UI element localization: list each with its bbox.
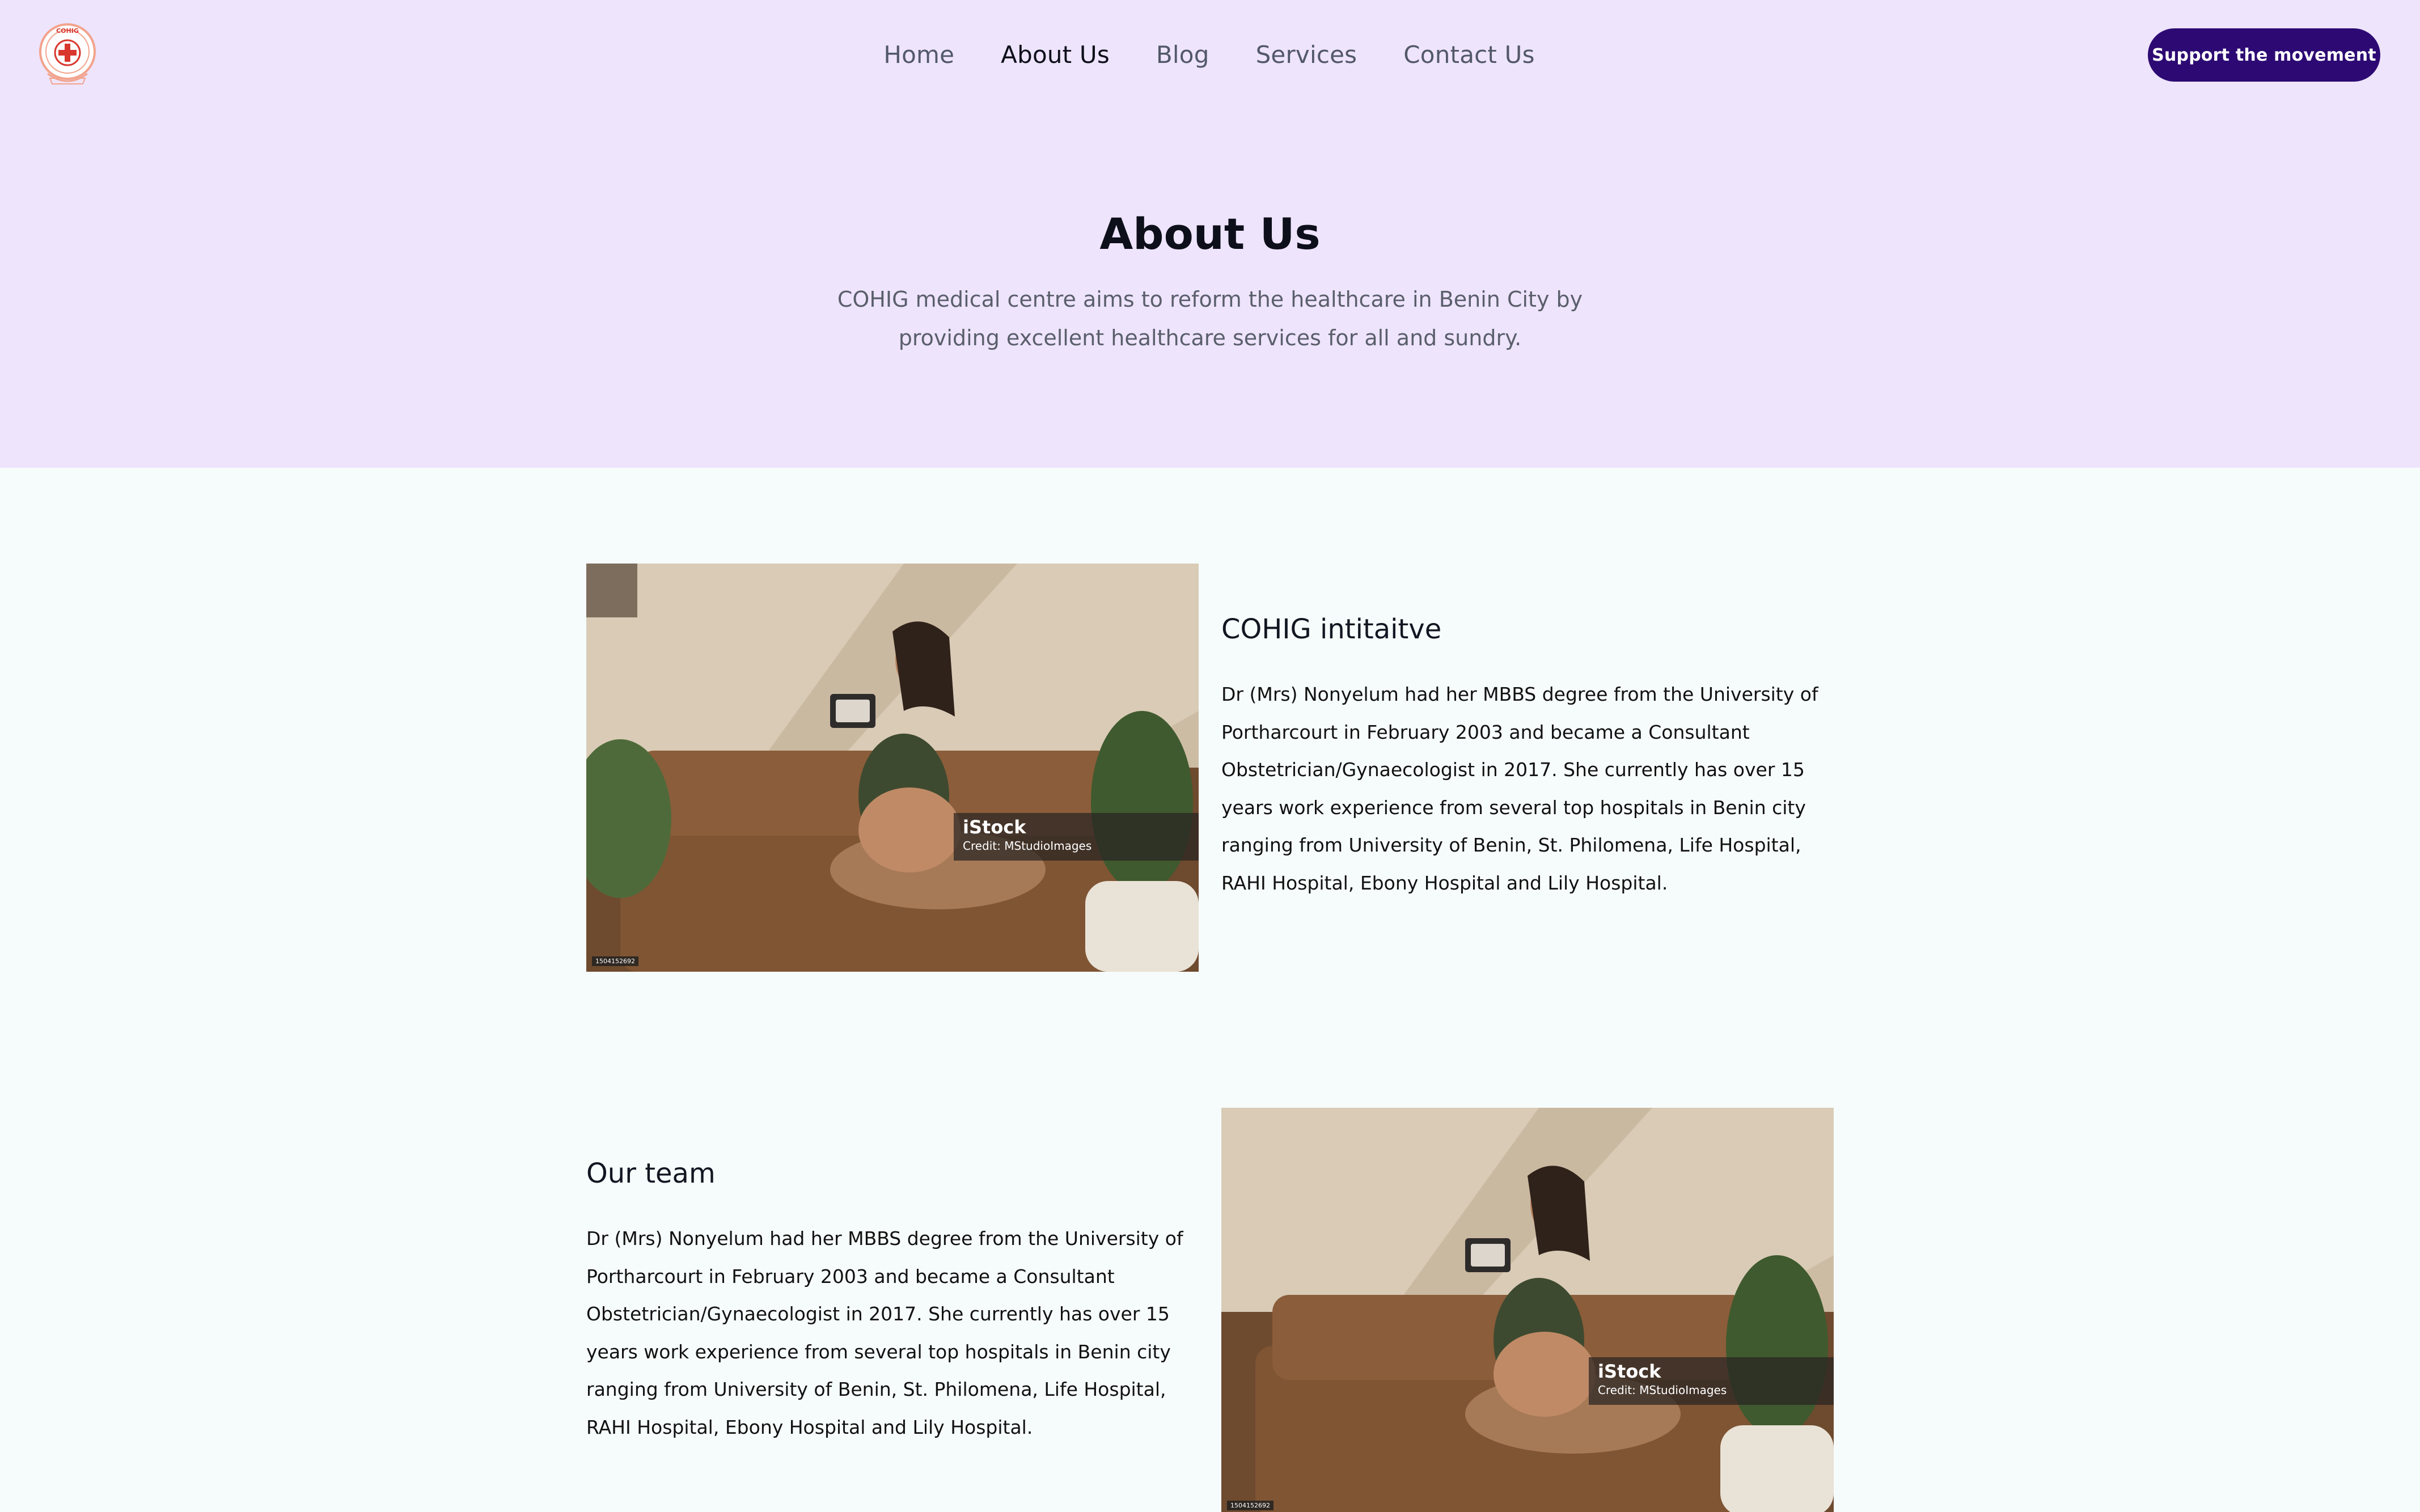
nav-contact-us[interactable]: Contact Us: [1403, 35, 1534, 75]
watermark-credit: Credit: MStudioImages: [1598, 1383, 1727, 1397]
hero-section: COHIG Home About Us Blog Services Contac…: [0, 0, 2420, 468]
pregnant-woman-photo: [1221, 1108, 1834, 1512]
svg-text:COHIG: COHIG: [56, 27, 79, 35]
watermark-brand: iStock: [963, 816, 1026, 838]
nav-about-us[interactable]: About Us: [1001, 35, 1110, 75]
image-id: 1504152692: [592, 956, 638, 966]
initiative-heading: COHIG intitaitve: [1221, 613, 1442, 645]
team-text: Dr (Mrs) Nonyelum had her MBBS degree fr…: [586, 1227, 1183, 1438]
team-heading: Our team: [586, 1158, 716, 1189]
nav-blog[interactable]: Blog: [1156, 35, 1209, 75]
support-movement-button[interactable]: Support the movement: [2148, 28, 2380, 82]
initiative-image: iStock Credit: MStudioImages 1504152692: [586, 564, 1199, 972]
pregnant-woman-photo: [586, 564, 1199, 972]
image-watermark: iStock Credit: MStudioImages: [1589, 1357, 1834, 1405]
image-id: 1504152692: [1227, 1501, 1274, 1510]
page-title: About Us: [1099, 209, 1321, 259]
watermark-credit: Credit: MStudioImages: [963, 839, 1092, 853]
watermark-brand: iStock: [1598, 1361, 1661, 1382]
page-subtitle: COHIG medical centre aims to reform the …: [837, 287, 1583, 350]
team-image: iStock Credit: MStudioImages 1504152692: [1221, 1108, 1834, 1512]
nav-home[interactable]: Home: [883, 35, 954, 75]
main-nav: Home About Us Blog Services Contact Us: [0, 35, 2420, 75]
nav-services[interactable]: Services: [1256, 35, 1357, 75]
image-watermark: iStock Credit: MStudioImages: [954, 813, 1199, 861]
initiative-text: Dr (Mrs) Nonyelum had her MBBS degree fr…: [1221, 683, 1818, 894]
